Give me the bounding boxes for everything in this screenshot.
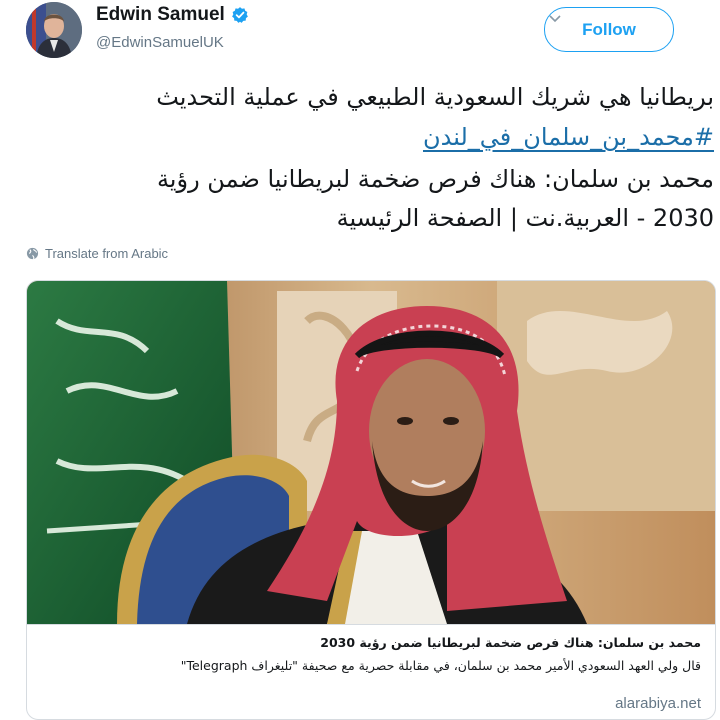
link-card[interactable]: محمد بن سلمان: هناك فرص ضخمة لبريطانيا ض…	[26, 280, 716, 720]
card-photo-icon	[27, 281, 715, 624]
card-title[interactable]: محمد بن سلمان: هناك فرص ضخمة لبريطانيا ض…	[320, 635, 701, 650]
translate-link[interactable]: Translate from Arabic	[26, 246, 168, 261]
author-handle[interactable]: @EdwinSamuelUK	[96, 34, 224, 51]
hashtag-link[interactable]: #محمد_بن_سلمان_في_لندن	[26, 125, 714, 149]
translate-label: Translate from Arabic	[45, 246, 169, 261]
author-avatar[interactable]	[26, 2, 82, 58]
verified-badge-icon	[231, 7, 248, 23]
tweet-text-line-3: محمد بن سلمان: هناك فرص ضخمة لبريطانيا ض…	[156, 165, 714, 193]
tweet-text-line-1: بريطانيا هي شريك السعودية الطبيعي في عمل…	[156, 83, 714, 111]
author-name-row: Edwin Samuel	[96, 4, 249, 26]
card-divider	[27, 624, 715, 625]
globe-icon	[26, 247, 39, 260]
tweet-text-line-4: 2030 - العربية.نت | الصفحة الرئيسية	[336, 204, 714, 232]
author-display-name[interactable]: Edwin Samuel	[96, 4, 225, 26]
card-description: قال ولي العهد السعودي الأمير محمد بن سلم…	[180, 658, 701, 673]
avatar-photo-icon	[26, 2, 82, 58]
card-domain[interactable]: alarabiya.net	[615, 695, 701, 712]
chevron-down-icon[interactable]	[549, 14, 561, 24]
card-image[interactable]	[27, 281, 715, 624]
follow-button[interactable]: Follow	[544, 7, 674, 52]
